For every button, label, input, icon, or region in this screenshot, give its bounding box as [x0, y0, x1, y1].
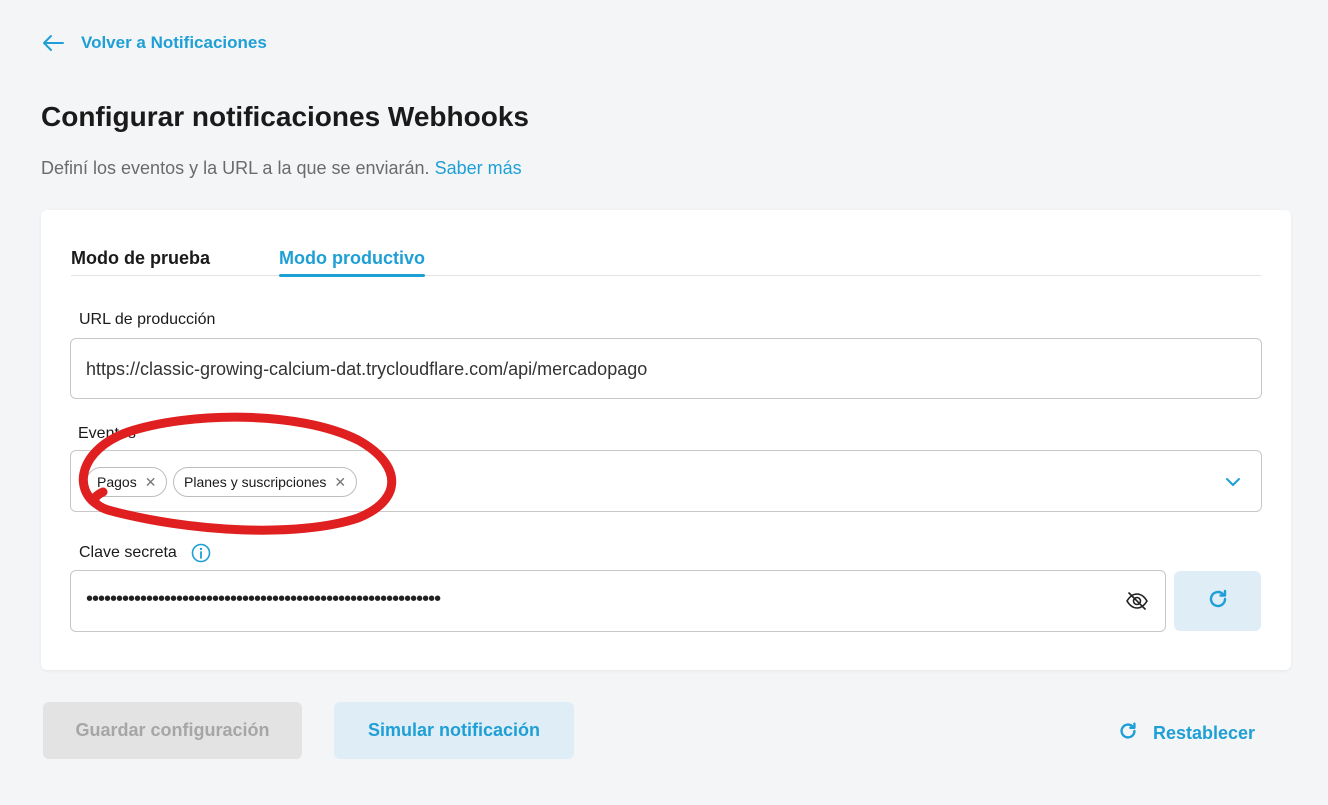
secret-key-input[interactable]: ••••••••••••••••••••••••••••••••••••••••… [70, 570, 1166, 632]
refresh-icon [1117, 720, 1139, 747]
tab-production-mode[interactable]: Modo productivo [279, 246, 425, 277]
refresh-icon [1206, 587, 1230, 616]
remove-chip-icon[interactable]: ✕ [145, 474, 157, 491]
production-url-input[interactable]: https://classic-growing-calcium-dat.tryc… [70, 338, 1262, 399]
subtitle-text: Definí los eventos y la URL a la que se … [41, 158, 430, 178]
secret-key-value: ••••••••••••••••••••••••••••••••••••••••… [86, 588, 441, 610]
event-chip-label: Planes y suscripciones [184, 474, 327, 490]
back-link-label: Volver a Notificaciones [81, 33, 267, 52]
reset-button[interactable]: Restablecer [1117, 720, 1255, 747]
events-select[interactable]: Pagos ✕ Planes y suscripciones ✕ [70, 450, 1262, 512]
arrow-left-icon [41, 34, 65, 52]
webhook-config-card: Modo de prueba Modo productivo URL de pr… [41, 210, 1291, 670]
tab-test-mode[interactable]: Modo de prueba [71, 246, 210, 276]
eye-off-icon[interactable] [1125, 591, 1149, 616]
mode-tabs: Modo de prueba Modo productivo [71, 246, 1261, 277]
event-chip-planes: Planes y suscripciones ✕ [173, 467, 358, 497]
regenerate-secret-button[interactable] [1174, 571, 1261, 631]
simulate-notification-button[interactable]: Simular notificación [334, 702, 574, 759]
remove-chip-icon[interactable]: ✕ [334, 474, 346, 491]
page-subtitle: Definí los eventos y la URL a la que se … [41, 158, 522, 179]
event-chip-pagos: Pagos ✕ [86, 467, 168, 497]
back-link[interactable]: Volver a Notificaciones [41, 33, 267, 53]
save-config-button[interactable]: Guardar configuración [43, 702, 302, 759]
event-chip-label: Pagos [97, 474, 137, 490]
learn-more-link[interactable]: Saber más [435, 158, 522, 178]
url-field-label: URL de producción [79, 311, 216, 328]
chevron-down-icon[interactable] [1225, 474, 1241, 492]
secret-field-label: Clave secreta [79, 544, 177, 561]
page-title: Configurar notificaciones Webhooks [41, 101, 529, 132]
reset-label: Restablecer [1153, 723, 1256, 743]
production-url-value: https://classic-growing-calcium-dat.tryc… [86, 359, 648, 379]
events-field-label: Eventos [78, 425, 136, 442]
info-icon[interactable] [191, 543, 211, 568]
